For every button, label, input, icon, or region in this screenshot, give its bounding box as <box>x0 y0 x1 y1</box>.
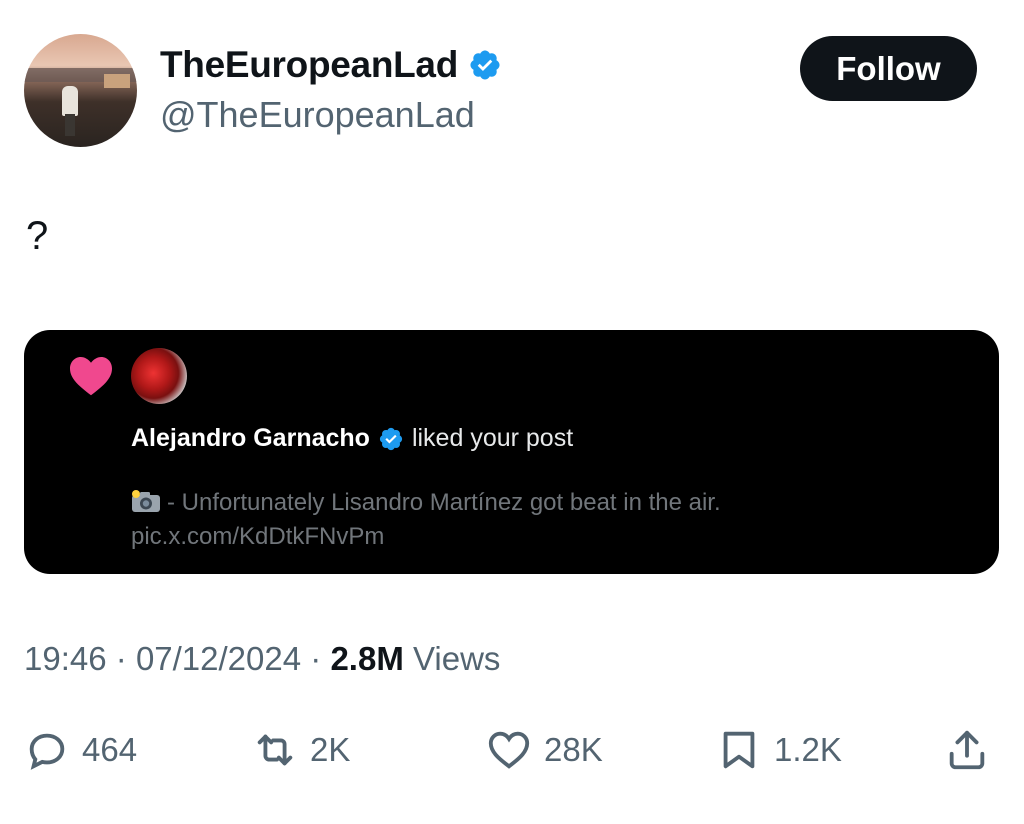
repost-icon <box>257 734 293 766</box>
views-count: 2.8M <box>330 640 404 677</box>
like-count: 28K <box>544 731 603 768</box>
notification-line: Alejandro Garnacho liked your post <box>131 424 573 453</box>
author-handle[interactable]: @TheEuropeanLad <box>160 94 475 136</box>
tweet-text: ? <box>26 214 49 258</box>
bookmark-count: 1.2K <box>774 731 842 768</box>
reply-button[interactable]: 464 <box>24 724 137 776</box>
heart-outline-icon <box>488 731 530 769</box>
like-button[interactable]: 28K <box>486 724 603 776</box>
share-icon <box>949 730 985 770</box>
tweet-screenshot: TheEuropeanLad @TheEuropeanLad Follow ? … <box>0 0 1024 824</box>
repost-count: 2K <box>310 731 351 768</box>
author-name-row[interactable]: TheEuropeanLad <box>160 44 502 86</box>
author-display-name[interactable]: TheEuropeanLad <box>160 44 458 86</box>
bookmark-icon <box>723 731 755 769</box>
follow-button[interactable]: Follow <box>800 36 977 101</box>
tweet-meta: 19:46 · 07/12/2024 · 2.8M Views <box>24 640 500 678</box>
tweet-time[interactable]: 19:46 <box>24 640 107 677</box>
repost-button[interactable]: 2K <box>252 724 350 776</box>
bookmark-button[interactable]: 1.2K <box>716 724 842 776</box>
snippet-text: - Unfortunately Lisandro Martínez got be… <box>167 489 721 516</box>
camera-flash-icon <box>132 490 160 512</box>
tweet-date[interactable]: 07/12/2024 <box>136 640 301 677</box>
post-snippet: - Unfortunately Lisandro Martínez got be… <box>131 486 931 554</box>
views-label: Views <box>413 640 501 677</box>
share-button[interactable] <box>944 724 990 776</box>
actor-name: Alejandro Garnacho <box>131 424 370 452</box>
actor-avatar <box>131 348 187 404</box>
verified-badge-icon <box>470 50 500 80</box>
action-text: liked your post <box>411 424 574 452</box>
reply-count: 464 <box>82 731 138 768</box>
author-avatar[interactable] <box>24 34 137 147</box>
verified-badge-icon <box>379 427 403 450</box>
post-link[interactable]: pic.x.com/KdDtkFNvPm <box>131 523 384 550</box>
separator: · <box>310 640 322 677</box>
reply-icon <box>29 733 65 770</box>
heart-icon <box>70 357 112 396</box>
separator: · <box>115 640 127 677</box>
